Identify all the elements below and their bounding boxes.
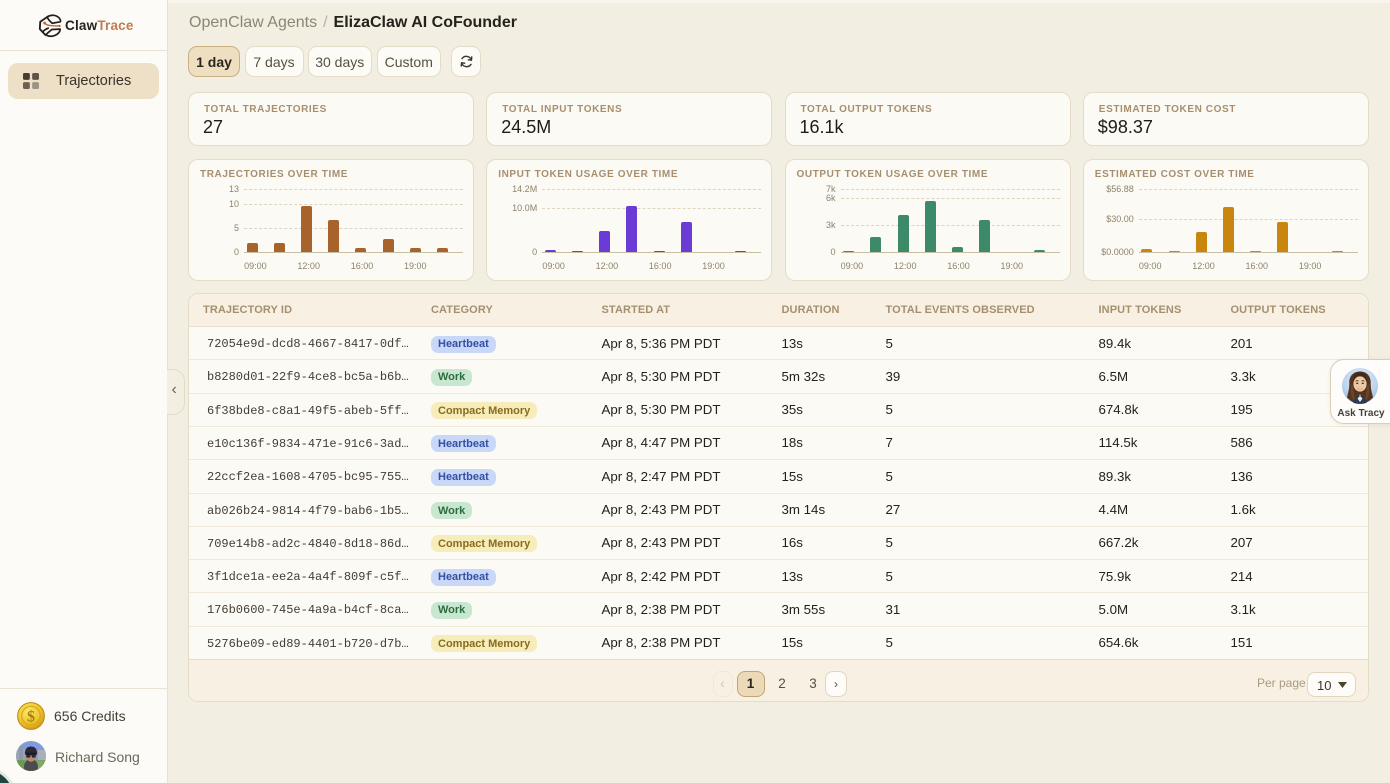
svg-text:$: $ (27, 709, 35, 726)
